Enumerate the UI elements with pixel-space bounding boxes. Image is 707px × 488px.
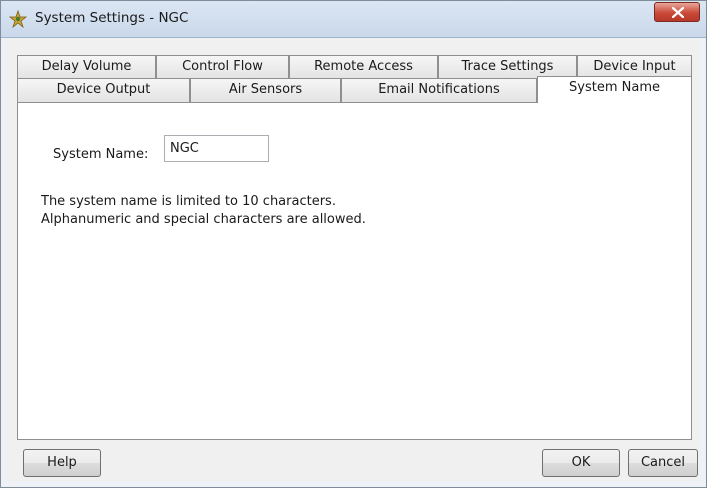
close-button[interactable] (654, 2, 700, 22)
tab-system-name[interactable]: System Name (537, 76, 692, 103)
tab-remote-access[interactable]: Remote Access (289, 55, 438, 79)
settings-window: System Settings - NGC Delay Volume Contr… (0, 0, 707, 488)
tab-control-flow[interactable]: Control Flow (156, 55, 289, 79)
cancel-button[interactable]: Cancel (628, 449, 698, 477)
tab-device-output[interactable]: Device Output (17, 78, 190, 102)
close-icon (672, 7, 684, 18)
tab-delay-volume[interactable]: Delay Volume (17, 55, 156, 79)
info-text-line-2: Alphanumeric and special characters are … (41, 212, 366, 227)
help-button[interactable]: Help (23, 449, 101, 477)
system-name-label: System Name: (53, 147, 149, 162)
ok-button[interactable]: OK (542, 449, 620, 477)
info-text-line-1: The system name is limited to 10 charact… (41, 194, 336, 209)
dialog-client: Delay Volume Control Flow Remote Access … (7, 38, 700, 481)
system-name-input[interactable] (164, 135, 269, 162)
window-title: System Settings - NGC (35, 10, 189, 26)
tab-air-sensors[interactable]: Air Sensors (190, 78, 341, 102)
system-name-panel: System Name: The system name is limited … (17, 102, 692, 440)
title-bar: System Settings - NGC (1, 1, 706, 38)
tab-email-notifications[interactable]: Email Notifications (341, 78, 537, 102)
app-logo-icon (8, 9, 28, 29)
